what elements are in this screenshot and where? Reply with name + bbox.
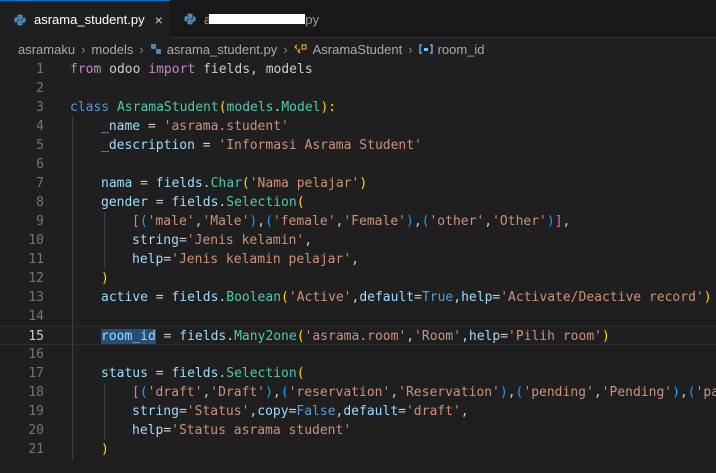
code-line: 12) bbox=[28, 271, 109, 286]
code-line: 21) bbox=[28, 442, 109, 457]
chevron-right-icon: › bbox=[139, 41, 144, 57]
python-icon bbox=[150, 44, 161, 54]
code-line: 14 bbox=[28, 309, 44, 324]
tab-label: asrama_student.py bbox=[34, 12, 145, 27]
close-icon[interactable]: × bbox=[155, 12, 163, 28]
code-line-current: 15 room_id = fields.Many2one('asrama.room… bbox=[0, 326, 716, 345]
code-line: 13 active = fields.Boolean('Active',defau… bbox=[28, 290, 712, 305]
code-line: 8 gender = fields.Selection( bbox=[36, 195, 305, 210]
chevron-right-icon: › bbox=[408, 41, 413, 57]
code-line: 18 [('draft','Draft'),('reservation','Res… bbox=[28, 385, 716, 400]
redaction-block bbox=[209, 14, 306, 24]
breadcrumb: asramaku › models › asrama_student.py › … bbox=[0, 38, 716, 60]
python-icon bbox=[184, 13, 196, 25]
class-symbol-icon bbox=[293, 44, 307, 54]
code-line: 11 help='Jenis kelamin pelajar', bbox=[28, 252, 359, 267]
tab-suffix: py bbox=[305, 11, 319, 27]
code-line: 17 status = fields.Selection( bbox=[28, 366, 305, 381]
code-editor[interactable]: 1 from odoo import fields, models 2 3 clas… bbox=[0, 60, 716, 473]
tab-bar: asrama_student.py × a py bbox=[0, 0, 716, 38]
code-line: 4 _name = 'asrama.student' bbox=[36, 119, 289, 134]
code-line: 16 bbox=[28, 347, 44, 362]
code-line: 20 help='Status asrama student' bbox=[28, 423, 352, 438]
breadcrumb-item-models[interactable]: models bbox=[91, 42, 133, 57]
breadcrumb-item-asramaku[interactable]: asramaku bbox=[18, 42, 75, 57]
code-line: 7 nama = fields.Char('Nama pelajar') bbox=[36, 176, 368, 191]
code-line: 19 string='Status',copy=False,default='dr… bbox=[28, 404, 469, 419]
code-line: 2 bbox=[36, 81, 44, 96]
code-line: 3 class AsramaStudent(models.Model): bbox=[36, 100, 337, 115]
breadcrumb-item-class[interactable]: AsramaStudent bbox=[313, 42, 403, 57]
field-symbol-icon bbox=[418, 44, 433, 54]
code-line: 5 _description = 'Informasi Asrama Studen… bbox=[36, 138, 422, 153]
selected-token: room_id bbox=[101, 329, 156, 344]
tab-asrama-student[interactable]: asrama_student.py × bbox=[0, 0, 170, 38]
chevron-right-icon: › bbox=[283, 41, 288, 57]
code-line: 1 from odoo import fields, models bbox=[36, 62, 313, 77]
python-icon bbox=[14, 14, 26, 25]
code-line: 9 [('male','Male'),('female','Female'),('… bbox=[36, 214, 571, 229]
chevron-right-icon: › bbox=[81, 41, 86, 57]
breadcrumb-item-file[interactable]: asrama_student.py bbox=[167, 42, 278, 57]
tab-redacted[interactable]: a py bbox=[170, 0, 340, 38]
breadcrumb-item-field[interactable]: room_id bbox=[438, 42, 485, 57]
code-line: 6 bbox=[36, 157, 44, 172]
code-line: 10 string='Jenis kelamin', bbox=[28, 233, 313, 248]
